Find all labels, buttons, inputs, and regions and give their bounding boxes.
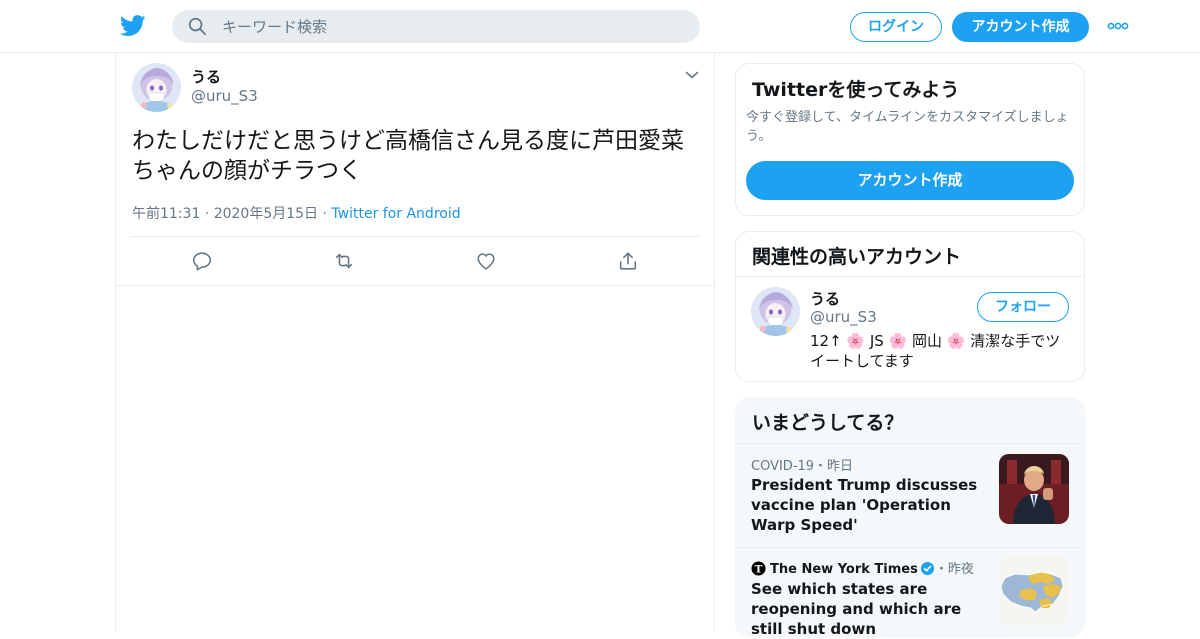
related-accounts-card: 関連性の高いアカウント うる @uru_S3 フォロー 12↑ 🌸 JS 🌸 岡… [735,231,1085,382]
follow-button[interactable]: フォロー [977,292,1069,322]
retweet-icon[interactable] [333,250,355,272]
trend-thumbnail-image [999,454,1069,524]
signup-card-title: Twitterを使ってみよう [752,79,960,101]
author-name[interactable]: うる [191,66,221,87]
trend-item[interactable]: T The New York Times ・昨夜 See which state… [736,548,1084,638]
avatar-image [751,287,800,336]
divider [736,276,1084,277]
trend-headline[interactable]: President Trump discusses vaccine plan '… [751,475,981,535]
tweet-actions [116,237,714,285]
tweet-text: わたしだけだと思うけど高橋信さん見る度に芦田愛菜ちゃんの顔がチラつく [132,128,684,184]
related-accounts-title: 関連性の高いアカウント [752,246,962,268]
trend-time: ・昨夜 [934,562,974,577]
trend-meta: COVID-19・昨日 [751,459,854,474]
trends-title: いまどうしてる？ [752,412,904,434]
divider [116,285,714,286]
avatar-image [132,63,181,112]
svg-text:T: T [755,563,763,575]
trend-thumbnail [999,556,1069,626]
avatar[interactable] [751,287,800,336]
trend-item[interactable]: COVID-19・昨日 President Trump discusses va… [736,444,1084,547]
tweet-source-link[interactable]: Twitter for Android [331,206,460,222]
search-icon [188,17,206,35]
trend-source-name[interactable]: The New York Times [770,562,918,577]
signup-button[interactable]: アカウント作成 [952,12,1089,42]
like-icon[interactable] [475,250,497,272]
trends-card: いまどうしてる？ COVID-19・昨日 President Trump dis… [735,397,1085,638]
trend-meta: T The New York Times ・昨夜 [751,558,974,577]
trend-thumbnail [999,454,1069,524]
twitter-logo-icon[interactable] [120,14,146,38]
verified-icon [920,561,934,576]
related-account-name[interactable]: うる [810,288,840,309]
share-icon[interactable] [617,250,639,272]
tweet-timestamp: 午前11:31 · 2020年5月15日 · Twitter for Andro… [132,203,461,223]
trend-headline[interactable]: See which states are reopening and which… [751,579,981,639]
top-navigation-bar: ログイン アカウント作成 [0,0,1200,53]
avatar[interactable] [132,63,181,112]
search-input[interactable] [222,10,682,43]
reply-icon[interactable] [191,250,213,272]
related-account-bio: 12↑ 🌸 JS 🌸 岡山 🌸 清潔な手でツイートしてます [810,332,1061,370]
signup-card-button[interactable]: アカウント作成 [746,161,1074,200]
signup-card: Twitterを使ってみよう 今すぐ登録して、タイムラインをカスタマイズしましょ… [735,63,1085,216]
nyt-logo-icon: T [751,561,766,576]
author-handle[interactable]: @uru_S3 [191,87,258,105]
related-account-handle[interactable]: @uru_S3 [810,308,877,326]
search-bar[interactable] [172,10,700,43]
signup-card-description: 今すぐ登録して、タイムラインをカスタマイズしましょう。 [746,110,1069,144]
tweet-time[interactable]: 午前11:31 · 2020年5月15日 · [132,206,331,222]
trend-thumbnail-image [999,556,1069,626]
login-button[interactable]: ログイン [850,12,942,42]
more-icon[interactable] [1107,22,1129,30]
caret-down-icon[interactable] [685,70,699,80]
tweet-detail-column: うる @uru_S3 わたしだけだと思うけど高橋信さん見る度に芦田愛菜ちゃんの顔… [115,53,715,630]
